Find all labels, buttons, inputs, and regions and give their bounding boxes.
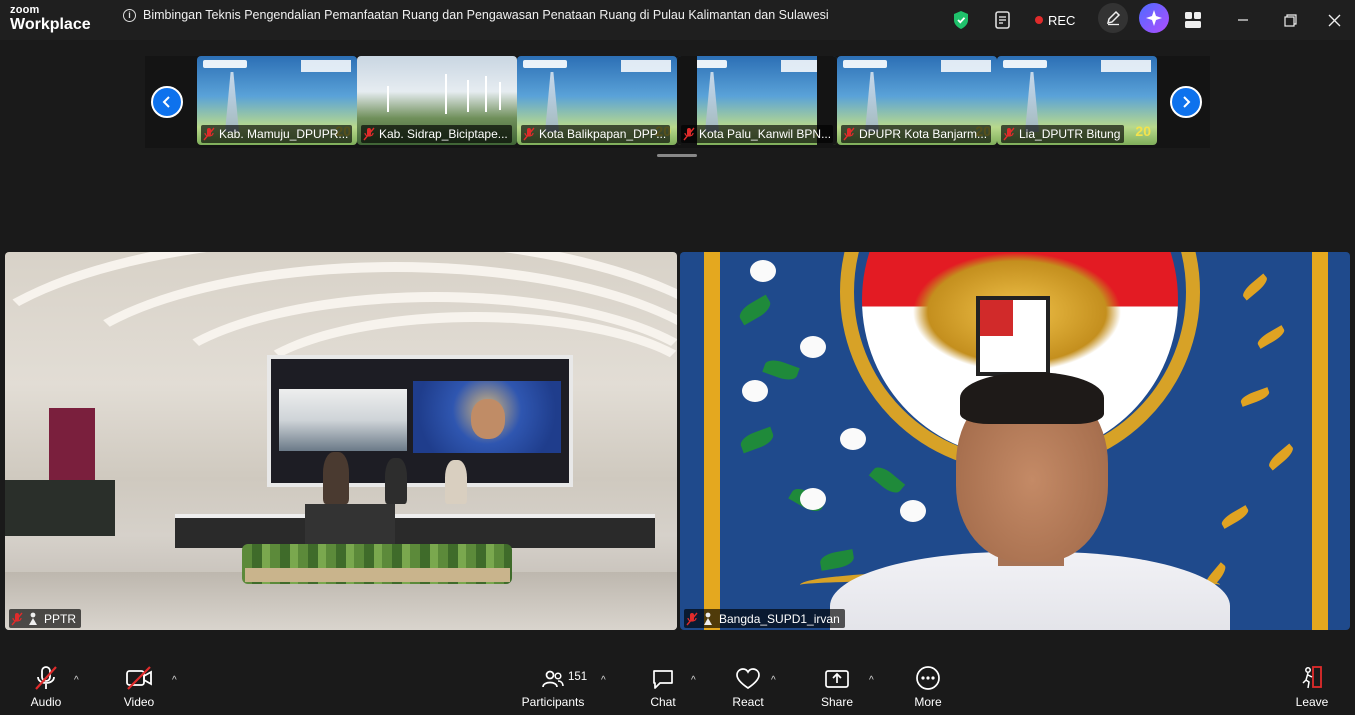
participant-label: Kab. Mamuju_DPUPR... [201, 125, 353, 143]
encryption-shield-icon[interactable] [952, 0, 970, 40]
leave-door-icon [1302, 666, 1322, 689]
video-label: Video [123, 695, 155, 709]
meeting-toolbar: Audio ^ Video ^ Participants 151 ^ Chat … [0, 659, 1355, 715]
recording-dot-icon [1035, 16, 1043, 24]
chevron-right-icon [1183, 96, 1191, 108]
mic-muted-icon [683, 127, 695, 141]
chat-label: Chat [650, 695, 676, 709]
zoom-workplace-logo: zoom Workplace [10, 5, 91, 33]
participant-name: Bangda_SUPD1_irvan [719, 611, 840, 626]
recording-indicator[interactable]: REC [1035, 0, 1075, 40]
strip-scroll-indicator[interactable] [657, 154, 697, 157]
video-options-chevron-icon[interactable]: ^ [172, 675, 177, 686]
participant-thumbnail[interactable]: 20 Kota Palu_Kanwil BPN... [677, 56, 837, 145]
more-label: More [914, 695, 942, 709]
video-tile-pptr[interactable]: PPTR [5, 252, 677, 630]
participants-count: 151 [568, 671, 588, 683]
speaker-pin-icon [29, 612, 37, 625]
participant-name: Lia_DPUTR Bitung [1019, 127, 1121, 141]
mic-muted-icon [11, 612, 23, 625]
mic-muted-icon [363, 127, 375, 141]
share-button[interactable]: Share [820, 659, 854, 715]
react-options-chevron-icon[interactable]: ^ [771, 675, 776, 686]
participant-thumbnail[interactable]: 20 DPUPR Kota Banjarm... [837, 56, 997, 145]
video-feed-speaker [680, 252, 1350, 630]
apps-grid-icon[interactable] [1184, 0, 1202, 40]
ai-companion-icon[interactable] [1139, 3, 1169, 33]
info-icon[interactable]: i [123, 8, 136, 22]
participant-thumbnail[interactable]: Kab. Sidrap_Biciptape... [357, 56, 517, 145]
participant-label: Lia_DPUTR Bitung [1001, 125, 1125, 143]
share-label: Share [820, 695, 854, 709]
more-icon [916, 666, 940, 690]
title-bar: zoom Workplace i Bimbingan Teknis Pengen… [0, 0, 1355, 40]
participant-name: Kab. Sidrap_Biciptape... [379, 127, 508, 141]
participant-label: DPUPR Kota Banjarm... [841, 125, 992, 143]
brand-bottom: Workplace [10, 16, 91, 33]
mic-muted-icon [35, 666, 57, 690]
leave-label: Leave [1295, 695, 1329, 709]
annotate-pen-icon[interactable] [1098, 3, 1128, 33]
meeting-title[interactable]: i Bimbingan Teknis Pengendalian Pemanfaa… [123, 8, 829, 22]
leave-button[interactable]: Leave [1295, 659, 1329, 715]
participant-label: PPTR [9, 609, 82, 628]
chevron-left-icon [162, 96, 170, 108]
participant-thumbnail[interactable]: 20 Kota Balikpapan_DPP... [517, 56, 677, 145]
audio-options-chevron-icon[interactable]: ^ [74, 675, 79, 686]
video-tile-bangda[interactable]: Bangda_SUPD1_irvan [680, 252, 1350, 630]
participant-label: Bangda_SUPD1_irvan [684, 609, 845, 628]
mic-muted-icon [686, 612, 698, 625]
mic-muted-icon [1003, 127, 1015, 141]
video-feed-hall [5, 252, 677, 630]
participants-label: Participants [521, 695, 585, 709]
react-button[interactable]: React [730, 659, 766, 715]
participant-name: DPUPR Kota Banjarm... [859, 127, 988, 141]
participants-icon [542, 670, 564, 688]
camera-off-icon [126, 666, 152, 690]
projector-screen [267, 355, 573, 487]
chat-icon [653, 670, 673, 689]
participant-name: Kota Palu_Kanwil BPN... [699, 127, 832, 141]
participant-label: Kota Balikpapan_DPP... [521, 125, 671, 143]
participants-options-chevron-icon[interactable]: ^ [601, 675, 606, 686]
audio-button[interactable]: Audio [26, 659, 66, 715]
close-icon[interactable] [1328, 0, 1341, 40]
strip-prev-button[interactable] [151, 86, 183, 118]
participant-thumbnail[interactable]: 20 Kab. Mamuju_DPUPR... [197, 56, 357, 145]
chat-options-chevron-icon[interactable]: ^ [691, 675, 696, 686]
participant-thumbnail[interactable]: 20 Lia_DPUTR Bitung [997, 56, 1157, 145]
react-label: React [732, 695, 764, 709]
participant-label: Kab. Sidrap_Biciptape... [361, 125, 512, 143]
audio-label: Audio [30, 695, 62, 709]
chat-button[interactable]: Chat [646, 659, 680, 715]
participant-name: Kab. Mamuju_DPUPR... [219, 127, 349, 141]
participants-button[interactable]: Participants [520, 659, 586, 715]
minimize-icon[interactable] [1237, 0, 1249, 40]
mic-muted-icon [843, 127, 855, 141]
mic-muted-icon [523, 127, 535, 141]
brand-top: zoom [10, 4, 40, 16]
strip-next-button[interactable] [1170, 86, 1202, 118]
share-options-chevron-icon[interactable]: ^ [869, 675, 874, 686]
participant-name: Kota Balikpapan_DPP... [539, 127, 667, 141]
video-button[interactable]: Video [118, 659, 160, 715]
participant-name: PPTR [44, 611, 77, 626]
speaker-pin-icon [704, 612, 712, 625]
participant-label: Kota Palu_Kanwil BPN... [681, 125, 833, 143]
meeting-title-text: Bimbingan Teknis Pengendalian Pemanfaata… [143, 8, 829, 22]
mic-muted-icon [203, 127, 215, 141]
notes-icon[interactable] [994, 0, 1012, 40]
heart-icon [736, 668, 760, 690]
share-screen-icon [825, 670, 849, 688]
more-button[interactable]: More [912, 659, 944, 715]
rec-label: REC [1048, 12, 1076, 28]
restore-icon[interactable] [1284, 0, 1297, 40]
